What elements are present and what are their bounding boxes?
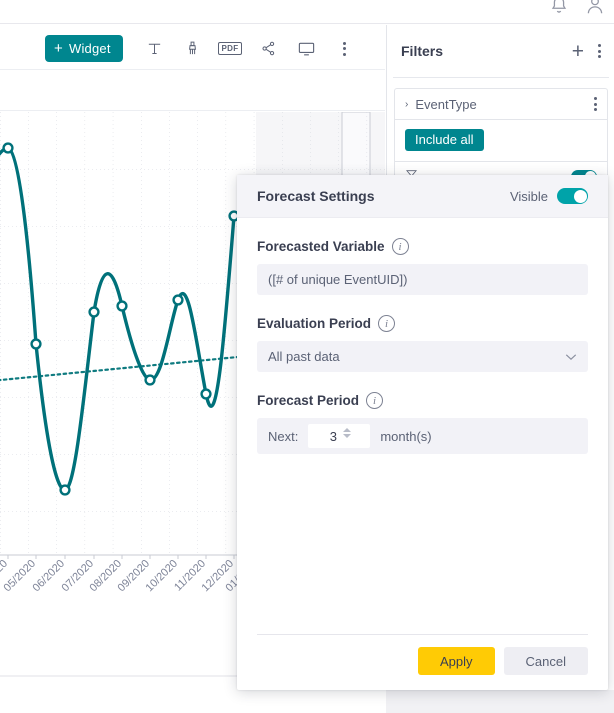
plus-icon: + (54, 40, 63, 57)
forecast-settings-dialog: Forecast Settings Visible Forecasted Var… (237, 175, 608, 690)
share-icon[interactable] (256, 37, 280, 61)
dialog-footer: Apply Cancel (418, 647, 588, 675)
visible-toggle[interactable] (557, 188, 588, 204)
forecasted-variable-field[interactable]: ([# of unique EventUID]) (257, 264, 588, 295)
toolbar-icon-group: PDF (142, 35, 356, 62)
brush-icon[interactable] (180, 37, 204, 61)
widget-header (0, 71, 385, 111)
dialog-body: Forecasted Variable i ([# of unique Even… (237, 218, 608, 454)
filter-name-label: EventType (415, 96, 477, 112)
forecast-period-field: Next: 3 month(s) (257, 418, 588, 454)
forecasted-variable-label-row: Forecasted Variable i (257, 238, 588, 255)
add-widget-button[interactable]: + Widget (45, 35, 123, 62)
visible-label: Visible (509, 188, 548, 204)
pdf-label: PDF (217, 42, 243, 55)
visible-control: Visible (510, 188, 588, 204)
forecasted-variable-value: ([# of unique EventUID]) (268, 272, 408, 287)
forecast-period-label: Forecast Period (257, 393, 360, 408)
info-icon[interactable]: i (366, 392, 384, 409)
data-point (116, 300, 128, 312)
chevron-right-icon[interactable]: › (405, 99, 408, 110)
data-point (200, 388, 212, 400)
stepper-arrows[interactable] (343, 428, 363, 438)
bell-icon[interactable] (548, 0, 570, 16)
more-options-icon[interactable] (598, 44, 601, 58)
forecast-period-stepper[interactable]: 3 (308, 424, 371, 448)
data-point (172, 294, 184, 306)
more-options-icon[interactable] (332, 37, 356, 61)
data-point (59, 484, 71, 496)
filters-title: Filters (401, 43, 444, 59)
user-avatar-icon[interactable] (584, 0, 606, 16)
include-all-pill[interactable]: Include all (405, 129, 484, 151)
pdf-export-icon[interactable]: PDF (217, 37, 243, 61)
filter-body: Include all (395, 120, 607, 161)
chevron-down-icon[interactable] (565, 350, 577, 364)
cancel-button[interactable]: Cancel (503, 647, 588, 675)
forecast-period-unit: month(s) (380, 428, 432, 444)
data-point (30, 338, 42, 350)
stepper-down-icon[interactable] (343, 434, 352, 438)
more-options-icon[interactable] (594, 97, 597, 111)
app-header-icons (548, 0, 606, 16)
next-label: Next: (268, 428, 299, 444)
apply-button[interactable]: Apply (418, 647, 495, 675)
info-icon[interactable]: i (391, 238, 409, 255)
data-point (88, 306, 100, 318)
forecast-period-label-row: Forecast Period i (257, 392, 588, 409)
dialog-footer-divider (257, 634, 588, 635)
evaluation-period-label: Evaluation Period (257, 316, 372, 331)
data-point (144, 374, 156, 386)
app-header (0, 0, 614, 24)
text-widget-icon[interactable] (142, 37, 166, 61)
filter-header-row[interactable]: › EventType (395, 89, 607, 120)
filters-header-actions: + (572, 41, 601, 62)
presentation-icon[interactable] (294, 37, 318, 61)
add-filter-button[interactable]: + (572, 41, 584, 62)
evaluation-period-select[interactable]: All past data (257, 341, 588, 372)
data-point (2, 142, 14, 154)
filters-header: Filters + (387, 25, 614, 77)
info-icon[interactable]: i (378, 315, 396, 332)
add-widget-label: Widget (68, 41, 111, 56)
forecasted-variable-label: Forecasted Variable (257, 239, 385, 254)
dialog-title: Forecast Settings (257, 188, 375, 204)
x-tick-labels: 04/2020 05/2020 06/2020 07/2020 08/2020 … (0, 558, 260, 595)
panel-footer (386, 690, 614, 713)
evaluation-period-value: All past data (268, 349, 340, 364)
filters-divider (393, 77, 609, 78)
stepper-up-icon[interactable] (343, 428, 352, 432)
dialog-header: Forecast Settings Visible (237, 175, 608, 218)
evaluation-period-label-row: Evaluation Period i (257, 315, 588, 332)
